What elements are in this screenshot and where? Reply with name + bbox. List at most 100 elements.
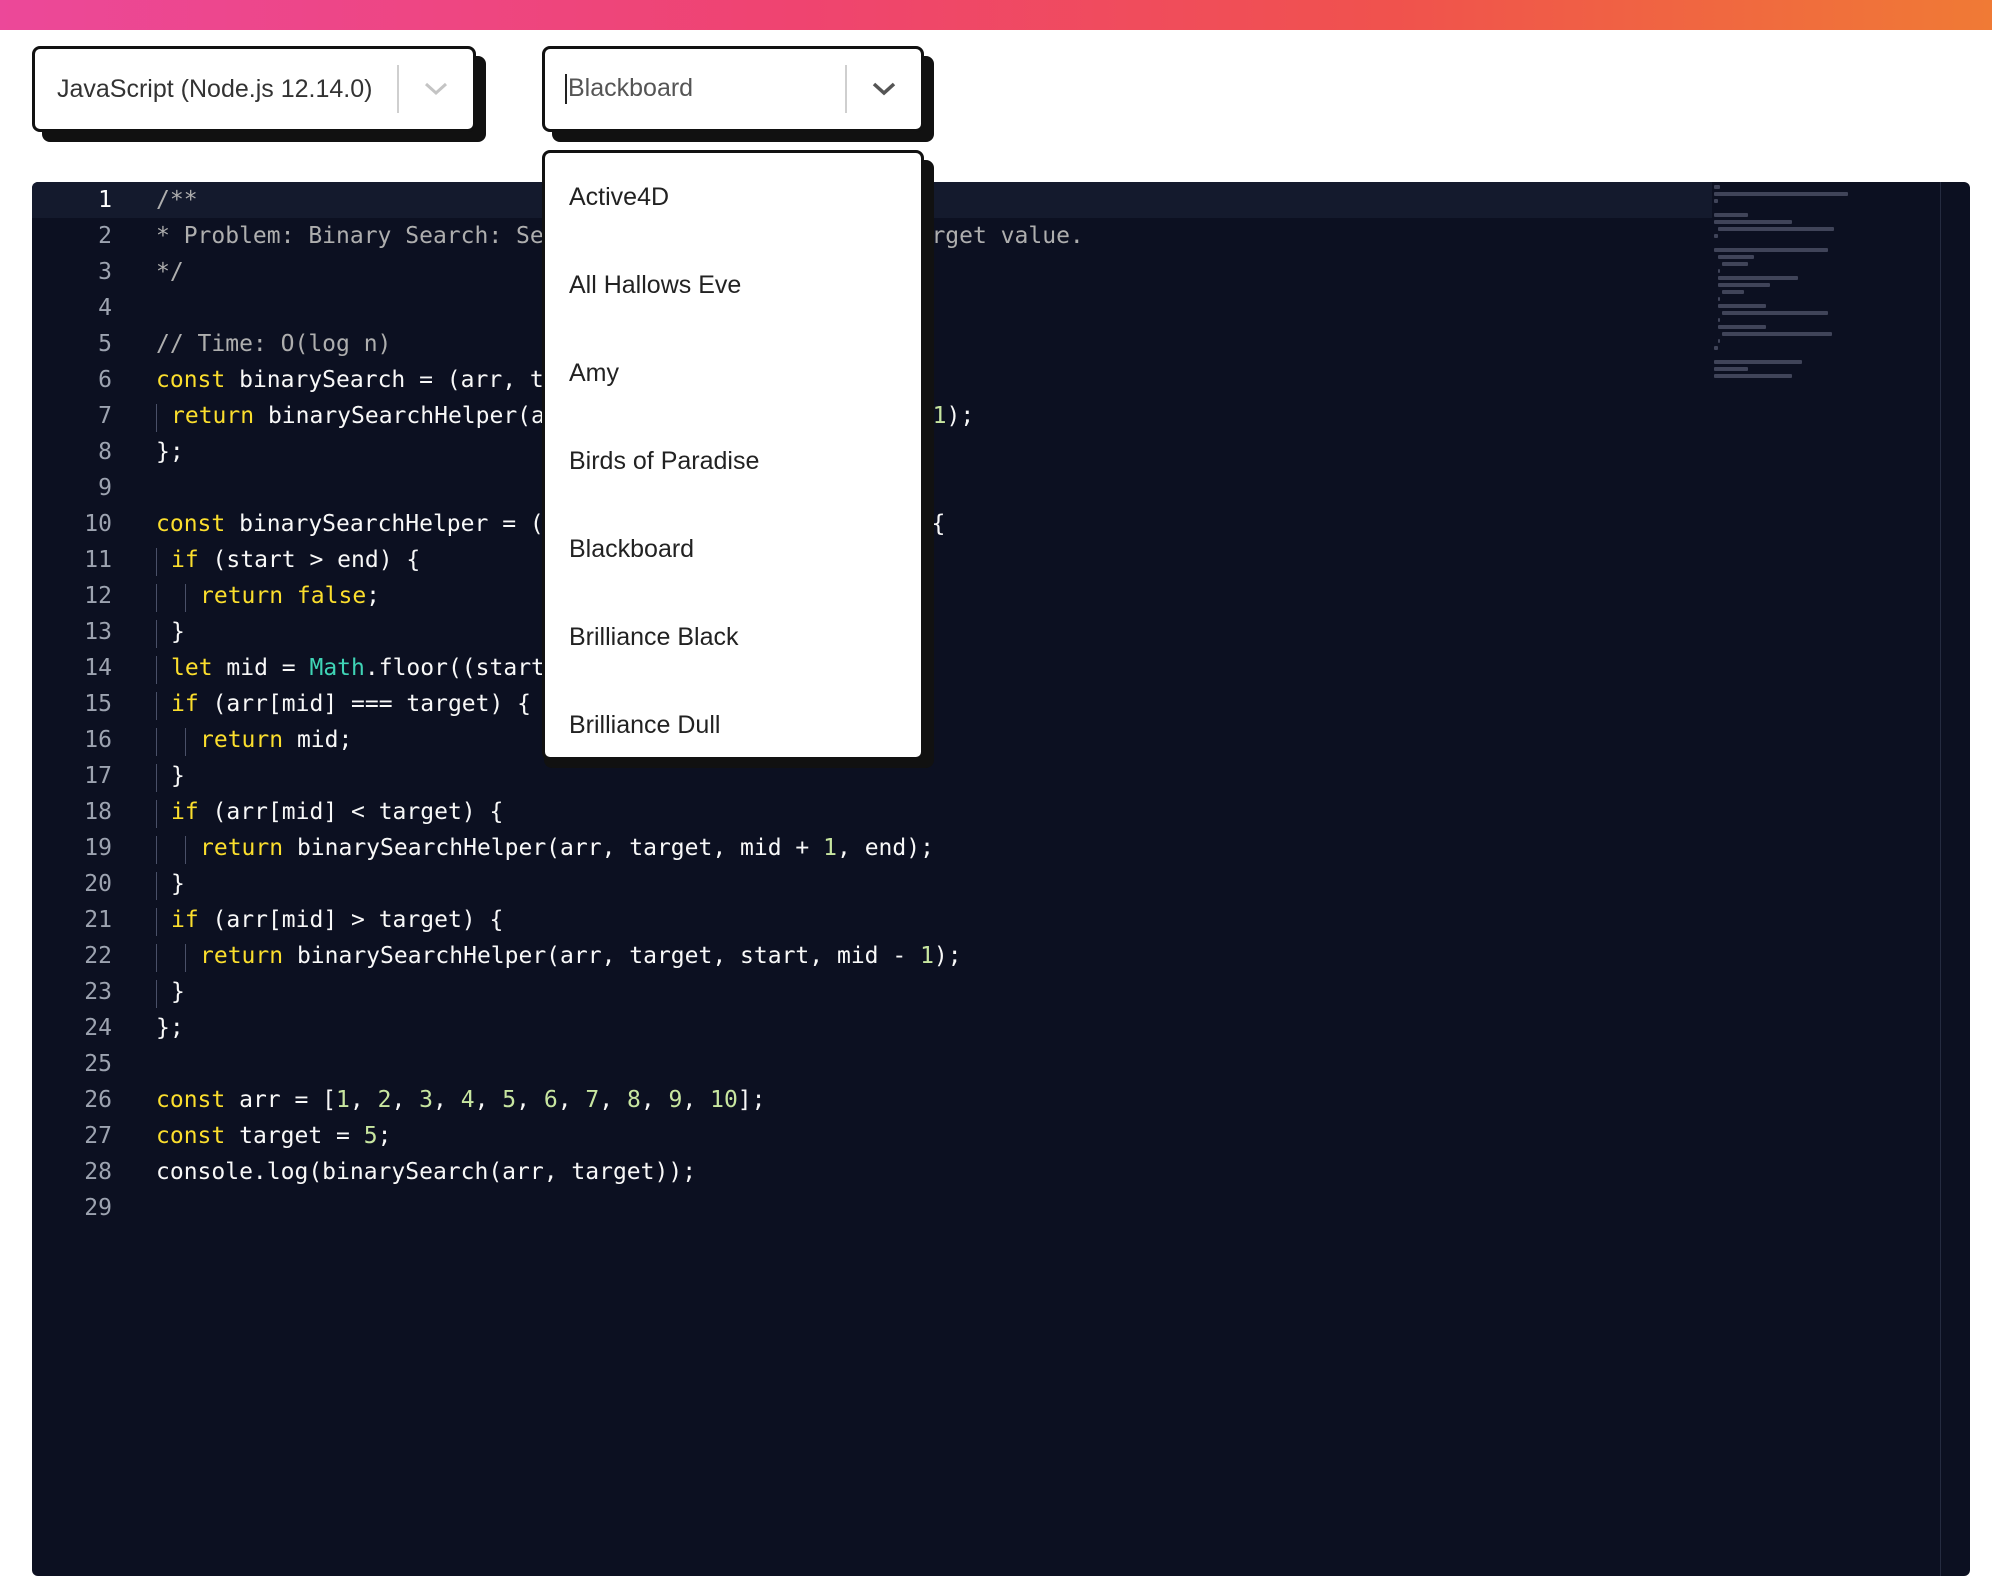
minimap-line — [1714, 213, 1748, 217]
code-token: 1 — [932, 403, 947, 429]
line-number: 8 — [98, 439, 112, 465]
code-token: return — [200, 835, 297, 861]
language-select[interactable]: JavaScript (Node.js 12.14.0) — [32, 46, 476, 132]
theme-select[interactable]: Blackboard — [542, 46, 924, 132]
line-number: 26 — [84, 1087, 112, 1113]
line-number-gutter: 1 2 3 4 5 6 7 8 9 10 11 12 13 14 15 16 17 18 19 20 21 22 23 24 2… — [32, 182, 112, 1226]
code-token: }; — [156, 1015, 184, 1041]
line-number: 29 — [84, 1195, 112, 1221]
minimap-line — [1718, 255, 1754, 259]
line-number: 6 — [98, 367, 112, 393]
line-number: 25 — [84, 1051, 112, 1077]
code-editor[interactable]: 1 2 3 4 5 6 7 8 9 10 11 12 13 14 15 16 17 18 19 20 21 22 23 24 2… — [32, 182, 1970, 1576]
code-line-text: */ — [156, 259, 184, 285]
code-token: (arr[mid] > target) { — [212, 907, 504, 933]
code-token: , — [640, 1087, 669, 1113]
code-token: , — [516, 1087, 544, 1113]
line-number: 14 — [84, 655, 112, 681]
minimap-line — [1718, 283, 1770, 287]
theme-dropdown-menu[interactable]: Active4D All Hallows Eve Amy Birds of Parad… — [542, 150, 924, 760]
code-token: 7 — [585, 1087, 600, 1113]
line-number: 15 — [84, 691, 112, 717]
line-number: 21 — [84, 907, 112, 933]
indent-guide — [156, 908, 157, 936]
code-token: console.log(binarySearch(arr, target)); — [156, 1159, 697, 1185]
code-token: , — [349, 1087, 378, 1113]
minimap-line — [1718, 304, 1766, 308]
code-token: (start > end) { — [212, 547, 421, 573]
code-token: /** — [156, 187, 198, 213]
theme-option[interactable]: Birds of Paradise — [545, 417, 921, 505]
code-line: if (arr[mid] < target) { — [156, 794, 1710, 830]
code-line-text: }; — [156, 1015, 184, 1041]
theme-option[interactable]: Brilliance Dull — [545, 681, 921, 757]
line-number: 4 — [98, 295, 112, 321]
indent-guide — [156, 764, 157, 792]
theme-option[interactable]: All Hallows Eve — [545, 241, 921, 329]
minimap-line — [1714, 360, 1802, 364]
indent-guide — [156, 548, 157, 576]
code-token: mid = — [226, 655, 310, 681]
line-number: 10 — [84, 511, 112, 537]
indent-guide — [156, 836, 157, 864]
code-token: 10 — [710, 1087, 738, 1113]
minimap-line — [1718, 325, 1766, 329]
minimap-line — [1722, 262, 1748, 266]
indent-guide — [156, 728, 157, 756]
code-token: , — [433, 1087, 461, 1113]
code-token: , — [391, 1087, 420, 1113]
chevron-down-icon[interactable] — [399, 49, 473, 129]
line-number: 13 — [84, 619, 112, 645]
code-token: const — [156, 367, 240, 393]
text-cursor — [565, 74, 567, 105]
line-number: 12 — [84, 583, 112, 609]
theme-option[interactable]: Active4D — [545, 153, 921, 241]
code-line-text: console.log(binarySearch(arr, target)); — [156, 1159, 696, 1185]
vertical-scrollbar[interactable] — [1940, 182, 1941, 1576]
code-line-text: const target = 5; — [156, 1123, 391, 1149]
line-number: 7 — [98, 403, 112, 429]
code-token: 1 — [336, 1087, 350, 1113]
minimap-line — [1718, 227, 1834, 231]
code-token: const — [156, 1123, 240, 1149]
code-token: ; — [377, 1123, 392, 1149]
indent-guide — [156, 620, 157, 648]
code-token: arr = [ — [239, 1087, 337, 1113]
minimap-line — [1714, 192, 1848, 196]
code-token: if — [171, 799, 213, 825]
code-token: , — [557, 1087, 586, 1113]
code-token: if — [171, 907, 213, 933]
code-token: 6 — [543, 1087, 558, 1113]
code-line-text: // Time: O(log n) — [156, 331, 391, 357]
theme-option[interactable]: Blackboard — [545, 505, 921, 593]
code-line-text: if (arr[mid] === target) { — [156, 691, 531, 717]
code-token: 1 — [920, 943, 934, 969]
code-token: // Time: O(log n) — [156, 331, 392, 357]
code-token: 3 — [419, 1087, 434, 1113]
minimap-line — [1718, 269, 1720, 273]
code-line: if (arr[mid] > target) { — [156, 902, 1710, 938]
minimap[interactable] — [1714, 182, 1914, 382]
code-token: return false — [200, 583, 367, 609]
minimap-line — [1722, 290, 1744, 294]
code-token: let — [171, 655, 227, 681]
indent-guide — [156, 404, 157, 432]
theme-option[interactable]: Amy — [545, 329, 921, 417]
code-line: return binarySearchHelper(arr, target, m… — [156, 830, 1710, 866]
theme-option[interactable]: Brilliance Black — [545, 593, 921, 681]
minimap-line — [1718, 297, 1720, 301]
code-line-text: /** — [156, 187, 198, 213]
code-line-text: } — [156, 763, 185, 789]
code-token: 4 — [460, 1087, 475, 1113]
code-token: } — [171, 763, 185, 789]
code-line: return binarySearchHelper(arr, target, s… — [156, 938, 1710, 974]
line-number: 18 — [84, 799, 112, 825]
code-line-text: return binarySearchHelper(arr, target, s… — [156, 943, 962, 969]
code-token: 5 — [502, 1087, 517, 1113]
chevron-down-icon[interactable] — [847, 49, 921, 129]
code-token: */ — [156, 259, 184, 285]
code-line: } — [156, 974, 1710, 1010]
indent-guide — [156, 944, 157, 972]
code-token: (arr[mid] === target) { — [212, 691, 532, 717]
